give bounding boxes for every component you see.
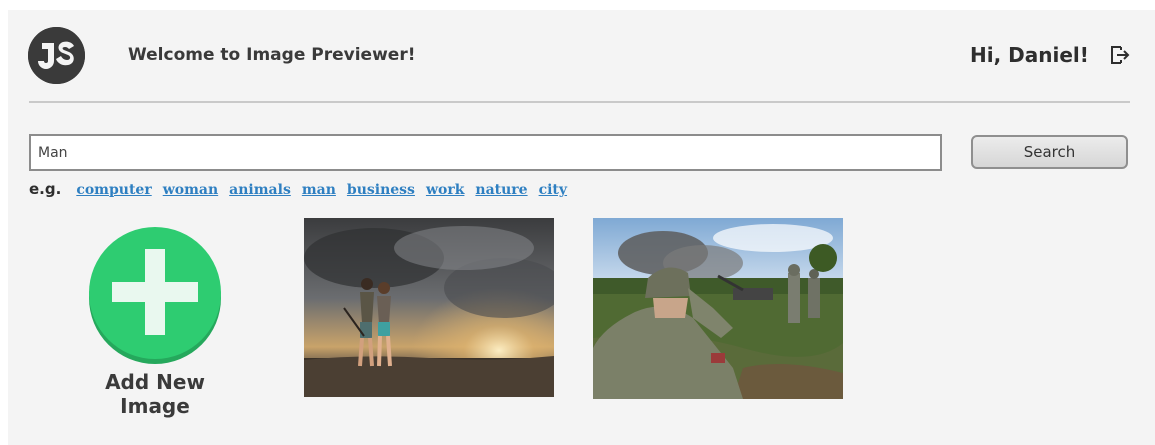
suggestion-link-city[interactable]: city bbox=[539, 182, 567, 198]
suggestion-link-work[interactable]: work bbox=[426, 182, 464, 198]
couple-sunset-photo bbox=[304, 218, 554, 397]
suggestion-bar: e.g. computer woman animals man business… bbox=[29, 180, 567, 198]
image-thumbnail-soldier-salute[interactable] bbox=[593, 218, 843, 399]
add-new-image-button[interactable]: Add New Image bbox=[70, 227, 240, 418]
js-logo-icon bbox=[28, 27, 85, 84]
suggestion-link-man[interactable]: man bbox=[302, 182, 336, 198]
welcome-title: Welcome to Image Previewer! bbox=[128, 45, 416, 65]
suggestion-link-nature[interactable]: nature bbox=[475, 182, 527, 198]
image-thumbnail-couple-sunset[interactable] bbox=[304, 218, 554, 397]
search-input[interactable] bbox=[29, 134, 942, 171]
user-greeting: Hi, Daniel! bbox=[970, 43, 1089, 67]
suggestion-link-business[interactable]: business bbox=[347, 182, 415, 198]
suggestion-link-computer[interactable]: computer bbox=[76, 182, 151, 198]
logout-icon[interactable] bbox=[1109, 43, 1131, 67]
suggestion-link-woman[interactable]: woman bbox=[163, 182, 218, 198]
soldier-salute-photo bbox=[593, 218, 843, 399]
suggestion-link-animals[interactable]: animals bbox=[229, 182, 291, 198]
suggestion-prefix: e.g. bbox=[29, 180, 62, 198]
add-new-image-label: Add New Image bbox=[105, 370, 205, 418]
plus-icon-horizontal bbox=[112, 282, 198, 302]
logout-graphic bbox=[1111, 46, 1130, 64]
app-container: Welcome to Image Previewer! Hi, Daniel! … bbox=[8, 10, 1155, 445]
header-divider bbox=[29, 101, 1130, 103]
plus-icon bbox=[89, 227, 221, 359]
search-button[interactable]: Search bbox=[971, 135, 1128, 169]
js-logo-graphic bbox=[28, 27, 85, 84]
